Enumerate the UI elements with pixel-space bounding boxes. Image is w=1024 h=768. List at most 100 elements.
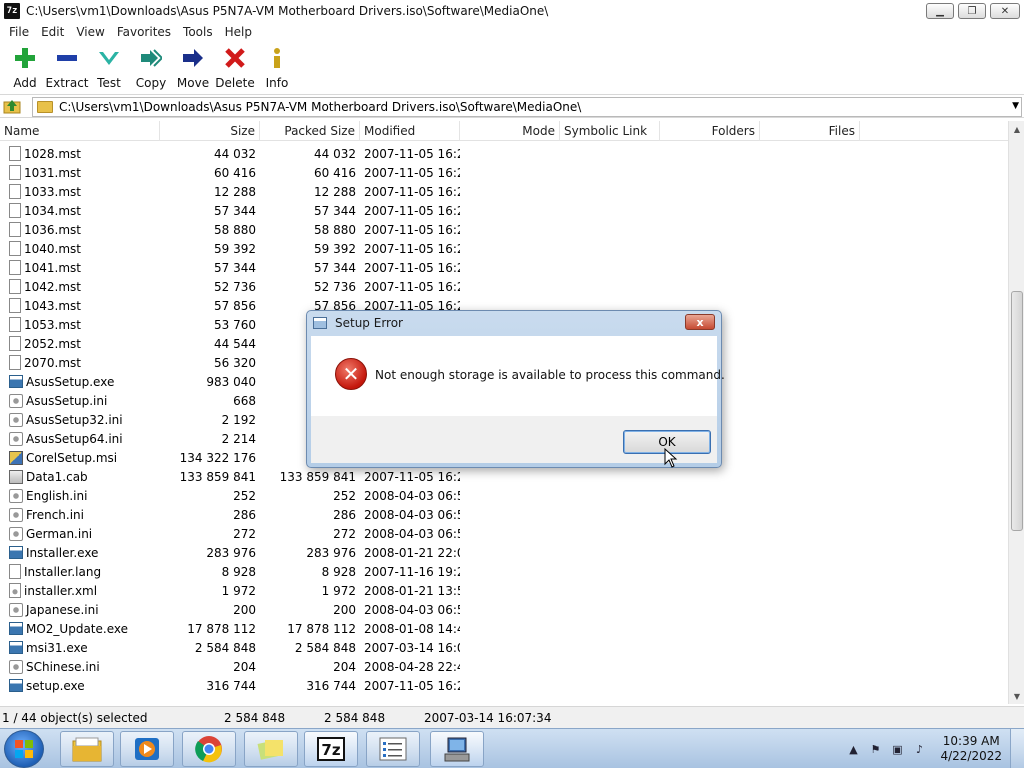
address-field[interactable]: C:\Users\vm1\Downloads\Asus P5N7A-VM Mot…: [32, 97, 1022, 117]
folder-icon: [37, 101, 53, 113]
column-header-mode[interactable]: Mode: [460, 121, 560, 141]
file-type-icon: [9, 546, 23, 559]
file-name-cell: 1053.mst: [0, 317, 160, 332]
file-type-icon: [9, 659, 23, 674]
file-modified: 2007-11-05 16:22: [364, 184, 460, 199]
file-type-icon: [9, 583, 21, 598]
file-row[interactable]: Installer.exe 283 976 283 976 2008-01-21 22…: [0, 543, 1008, 562]
file-row[interactable]: 1042.mst 52 736 52 736 2007-11-05 16:22: [0, 277, 1008, 296]
delete-button[interactable]: Delete: [214, 44, 256, 90]
dialog-close-button[interactable]: x: [685, 314, 715, 330]
file-row[interactable]: msi31.exe 2 584 848 2 584 848 2007-03-14 16…: [0, 638, 1008, 657]
copy-button[interactable]: Copy: [130, 44, 172, 90]
menu-tools[interactable]: Tools: [177, 25, 219, 39]
start-button[interactable]: [4, 730, 44, 768]
clock[interactable]: 10:39 AM 4/22/2022: [940, 734, 1002, 764]
menu-favorites[interactable]: Favorites: [111, 25, 177, 39]
file-name: 1034.mst: [24, 203, 81, 218]
file-row[interactable]: 1031.mst 60 416 60 416 2007-11-05 16:22: [0, 163, 1008, 182]
column-header-packed-size[interactable]: Packed Size: [260, 121, 360, 141]
file-row[interactable]: Installer.lang 8 928 8 928 2007-11-16 19:29: [0, 562, 1008, 581]
file-type-icon: [9, 375, 23, 388]
taskbar-sticky-notes[interactable]: [244, 731, 298, 767]
mouse-cursor-icon: [664, 448, 678, 468]
chevron-down-icon[interactable]: ▼: [1012, 101, 1019, 111]
file-name: SChinese.ini: [26, 659, 100, 674]
add-button[interactable]: Add: [4, 44, 46, 90]
file-size: 52 736: [214, 279, 256, 294]
file-row[interactable]: Japanese.ini 200 200 2008-04-03 06:56: [0, 600, 1008, 619]
file-row[interactable]: 1033.mst 12 288 12 288 2007-11-05 16:22: [0, 182, 1008, 201]
column-header-files[interactable]: Files: [760, 121, 860, 141]
network-icon[interactable]: ▣: [889, 741, 905, 757]
file-modified: 2008-04-03 06:56: [364, 602, 460, 617]
column-header-folders[interactable]: Folders: [660, 121, 760, 141]
file-row[interactable]: 1040.mst 59 392 59 392 2007-11-05 16:22: [0, 239, 1008, 258]
file-name: Data1.cab: [26, 469, 88, 484]
file-row[interactable]: 1041.mst 57 344 57 344 2007-11-05 16:22: [0, 258, 1008, 277]
error-icon: ✕: [335, 358, 367, 390]
menu-view[interactable]: View: [70, 25, 110, 39]
file-size: 17 878 112: [187, 621, 256, 636]
column-header-symbolic-link[interactable]: Symbolic Link: [560, 121, 660, 141]
file-row[interactable]: 1036.mst 58 880 58 880 2007-11-05 16:22: [0, 220, 1008, 239]
menu-file[interactable]: File: [3, 25, 35, 39]
file-modified: 2008-04-03 06:56: [364, 507, 460, 522]
file-modified: 2007-11-05 16:22: [364, 222, 460, 237]
file-type-icon: [9, 336, 21, 351]
scroll-up-icon[interactable]: ▲: [1009, 121, 1024, 137]
show-desktop-button[interactable]: [1010, 729, 1024, 768]
file-modified: 2007-03-14 16:07: [364, 640, 460, 655]
maximize-button[interactable]: ❐: [958, 3, 986, 19]
info-button[interactable]: Info: [256, 44, 298, 90]
taskbar-task-list[interactable]: [366, 731, 420, 767]
file-name-cell: installer.xml: [0, 583, 160, 598]
test-button[interactable]: Test: [88, 44, 130, 90]
file-row[interactable]: setup.exe 316 744 316 744 2007-11-05 16:22: [0, 676, 1008, 695]
file-type-icon: [9, 450, 23, 465]
taskbar-7zip[interactable]: 7z: [304, 731, 358, 767]
minus-icon: [55, 46, 79, 70]
move-button[interactable]: Move: [172, 44, 214, 90]
parent-folder-button[interactable]: [0, 95, 24, 117]
scroll-down-icon[interactable]: ▼: [1009, 688, 1024, 704]
column-header-size[interactable]: Size: [160, 121, 260, 141]
column-header-modified[interactable]: Modified: [360, 121, 460, 141]
file-name: msi31.exe: [26, 640, 88, 655]
file-row[interactable]: MO2_Update.exe 17 878 112 17 878 112 2008-0…: [0, 619, 1008, 638]
taskbar-setup[interactable]: [430, 731, 484, 767]
extract-button[interactable]: Extract: [46, 44, 89, 90]
vertical-scrollbar[interactable]: ▲ ▼: [1008, 121, 1024, 704]
file-modified: 2007-11-05 16:21: [364, 469, 460, 484]
delete-label: Delete: [215, 76, 255, 90]
menu-help[interactable]: Help: [219, 25, 258, 39]
file-row[interactable]: 1028.mst 44 032 44 032 2007-11-05 16:22: [0, 144, 1008, 163]
file-row[interactable]: German.ini 272 272 2008-04-03 06:56: [0, 524, 1008, 543]
file-row[interactable]: SChinese.ini 204 204 2008-04-28 22:44: [0, 657, 1008, 676]
file-row[interactable]: French.ini 286 286 2008-04-03 06:56: [0, 505, 1008, 524]
file-row[interactable]: English.ini 252 252 2008-04-03 06:55: [0, 486, 1008, 505]
volume-icon[interactable]: ♪: [911, 741, 927, 757]
taskbar-media-player[interactable]: [120, 731, 174, 767]
setup-error-dialog: Setup Error x ✕ Not enough storage is av…: [306, 310, 725, 468]
file-row[interactable]: Data1.cab 133 859 841 133 859 841 2007-11-0…: [0, 467, 1008, 486]
file-size: 53 760: [214, 317, 256, 332]
show-hidden-icons-icon[interactable]: ▲: [845, 741, 861, 757]
minimize-button[interactable]: ▁: [926, 3, 954, 19]
action-center-flag-icon[interactable]: ⚑: [867, 741, 883, 757]
close-window-button[interactable]: ✕: [990, 3, 1020, 19]
file-row[interactable]: installer.xml 1 972 1 972 2008-01-21 13:57: [0, 581, 1008, 600]
file-type-icon: [9, 317, 21, 332]
file-type-icon: [9, 564, 21, 579]
taskbar-explorer[interactable]: [60, 731, 114, 767]
file-name-cell: Japanese.ini: [0, 602, 160, 617]
file-packed-size: 1 972: [321, 583, 356, 598]
menu-edit[interactable]: Edit: [35, 25, 70, 39]
file-row[interactable]: 1034.mst 57 344 57 344 2007-11-05 16:22: [0, 201, 1008, 220]
file-name: Installer.exe: [26, 545, 99, 560]
taskbar-chrome[interactable]: [182, 731, 236, 767]
scroll-thumb[interactable]: [1011, 291, 1023, 531]
file-name: AsusSetup32.ini: [26, 412, 123, 427]
file-name: AsusSetup64.ini: [26, 431, 123, 446]
column-header-name[interactable]: Name: [0, 121, 160, 141]
